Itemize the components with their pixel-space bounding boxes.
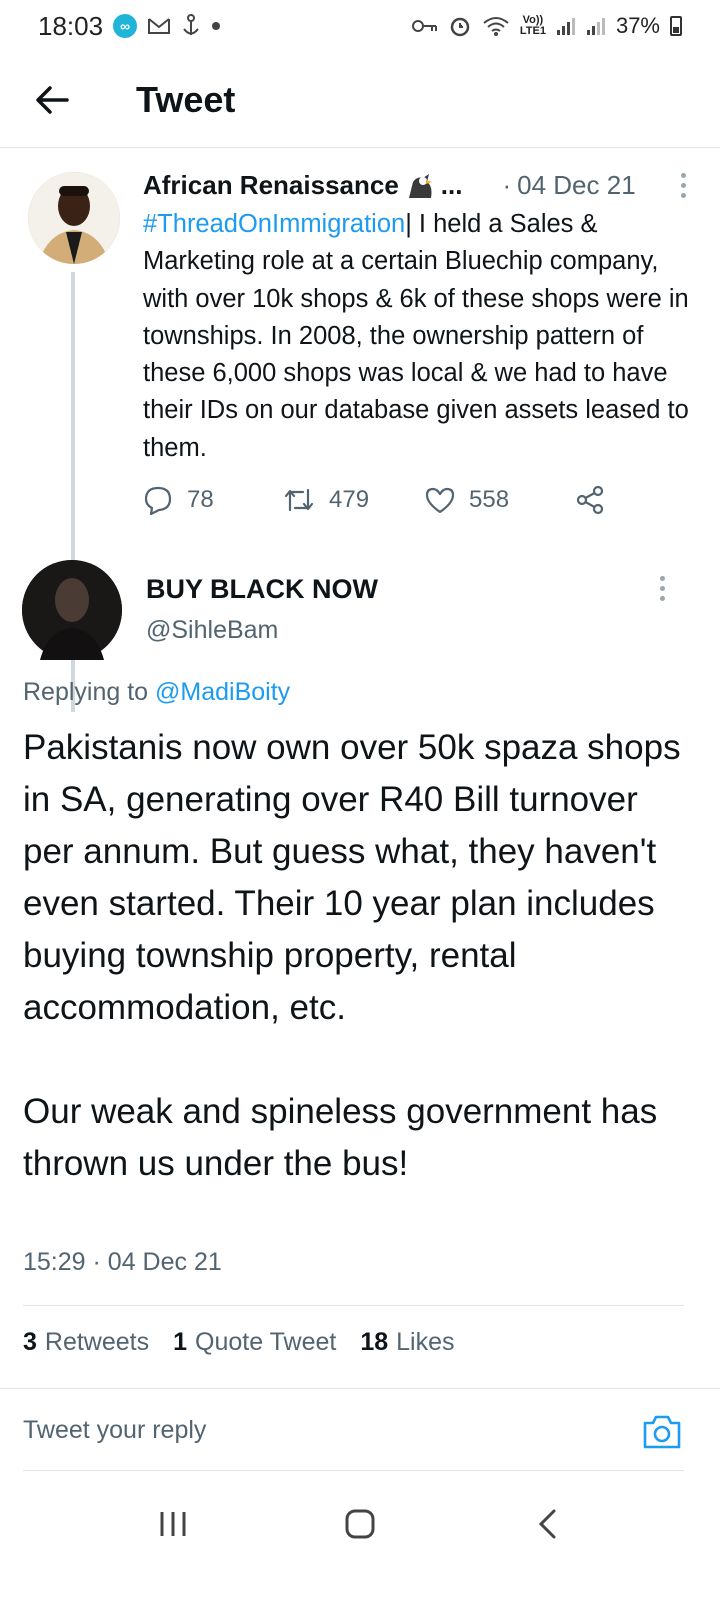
system-back-button[interactable]	[507, 1494, 587, 1554]
alarm-icon	[448, 14, 472, 38]
dot-icon	[211, 21, 221, 31]
name-truncation: ...	[440, 170, 463, 200]
parent-author-name[interactable]: African Renaissance	[143, 170, 399, 201]
signal-icon	[556, 16, 576, 36]
parent-tweet-body: | I held a Sales & Marketing role at a c…	[143, 210, 689, 462]
reply-button[interactable]: 78	[143, 485, 283, 515]
divider	[0, 1388, 720, 1389]
retweets-label: Retweets	[44, 1328, 150, 1356]
tweet-time: 15:29	[23, 1248, 86, 1276]
home-button[interactable]	[320, 1494, 400, 1554]
wifi-icon	[482, 15, 510, 37]
camera-button[interactable]	[640, 1410, 684, 1454]
share-icon	[576, 485, 604, 515]
main-author-handle[interactable]: @SihleBam	[146, 616, 278, 645]
main-tweet-text: Pakistanis now own over 50k spaza shops …	[23, 728, 681, 1183]
reply-bar: Tweet your reply	[0, 1390, 720, 1472]
parent-tweet-date[interactable]: 04 Dec 21	[517, 170, 636, 201]
anchor-icon	[181, 14, 201, 38]
retweet-button[interactable]: 479	[283, 486, 425, 514]
quote-tweets-stat[interactable]: 1 Quote Tweet	[173, 1328, 336, 1357]
gmail-icon	[147, 16, 171, 36]
app-bar: Tweet	[0, 52, 720, 148]
like-button[interactable]: 558	[425, 486, 575, 514]
likes-label: Likes	[396, 1328, 455, 1356]
lte-bottom: LTE1	[519, 25, 546, 37]
parent-tweet[interactable]: African Renaissance ... · 04 Dec 21 #Thr…	[0, 150, 720, 712]
camera-icon	[643, 1415, 681, 1449]
separator-dot: ·	[92, 1248, 101, 1276]
parent-tweet-actions: 78 479 558	[143, 480, 613, 520]
divider	[23, 1470, 684, 1471]
replying-prefix: Replying to	[23, 678, 149, 706]
likes-stat[interactable]: 18 Likes	[360, 1328, 454, 1357]
recents-button[interactable]	[133, 1494, 213, 1554]
tweet-stats: 3 Retweets 1 Quote Tweet 18 Likes	[23, 1328, 479, 1357]
mention-link[interactable]: @MadiBoity	[155, 678, 290, 706]
retweets-count: 3	[23, 1328, 37, 1356]
arrow-left-icon	[36, 85, 69, 114]
meta-app-icon: ∞	[113, 14, 138, 38]
battery-percent: 37%	[615, 13, 660, 38]
tweet-date: 04 Dec 21	[107, 1248, 222, 1276]
status-time: 18:03	[38, 10, 104, 41]
replying-to: Replying to @MadiBoity	[23, 678, 290, 707]
quote-count: 1	[173, 1328, 188, 1356]
retweet-count: 479	[329, 486, 370, 513]
share-button[interactable]	[575, 485, 605, 515]
main-tweet-timestamp: 15:29 · 04 Dec 21	[23, 1248, 222, 1277]
key-icon	[411, 18, 438, 34]
heart-icon	[425, 487, 455, 514]
retweet-icon	[284, 488, 314, 512]
chevron-left-icon	[538, 1509, 556, 1539]
parent-tweet-text: #ThreadOnImmigration| I held a Sales & M…	[143, 206, 698, 467]
page-title: Tweet	[136, 78, 236, 120]
reply-input[interactable]: Tweet your reply	[23, 1416, 206, 1445]
signal-icon	[586, 16, 606, 36]
back-button[interactable]	[22, 70, 82, 130]
reply-count: 78	[187, 486, 214, 513]
quote-label: Quote Tweet	[195, 1328, 337, 1356]
more-options-icon[interactable]	[673, 173, 693, 198]
likes-count: 18	[360, 1328, 389, 1356]
divider	[23, 1305, 684, 1306]
parent-tweet-header: African Renaissance ... · 04 Dec 21	[143, 170, 693, 201]
system-nav-bar	[0, 1478, 720, 1570]
reply-icon	[144, 486, 172, 515]
separator-dot: ·	[502, 170, 512, 200]
main-author-name[interactable]: BUY BLACK NOW	[146, 574, 378, 605]
avatar[interactable]	[28, 172, 120, 264]
status-right: Vo)) LTE1 37%	[411, 13, 682, 39]
status-left: 18:03 ∞	[38, 11, 221, 42]
avatar[interactable]	[22, 560, 122, 660]
hashtag-link[interactable]: #ThreadOnImmigration	[143, 210, 405, 238]
home-icon	[345, 1509, 375, 1539]
more-options-icon[interactable]	[652, 576, 672, 601]
eagle-emoji-icon	[407, 172, 435, 200]
like-count: 558	[469, 486, 510, 513]
lte-icon: Vo)) LTE1	[520, 15, 546, 37]
main-tweet-author: BUY BLACK NOW @SihleBam	[0, 560, 720, 670]
recents-icon	[160, 1512, 186, 1536]
battery-icon	[670, 16, 682, 36]
retweets-stat[interactable]: 3 Retweets	[23, 1328, 149, 1357]
status-bar: 18:03 ∞ Vo)) LTE1 37%	[0, 0, 720, 52]
